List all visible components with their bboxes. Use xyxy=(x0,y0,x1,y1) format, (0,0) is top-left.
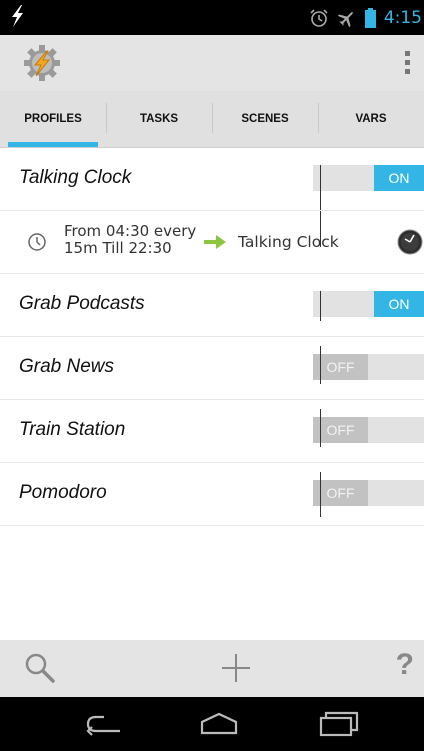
toggle-state: ON xyxy=(374,291,424,317)
profile-row-talking-clock[interactable]: Talking Clock ON xyxy=(0,148,424,211)
profile-name: Train Station xyxy=(19,419,126,440)
tab-scenes[interactable]: SCENES xyxy=(212,91,318,147)
toggle-state: OFF xyxy=(313,354,368,380)
divider-line xyxy=(320,346,321,384)
profile-toggle[interactable]: OFF xyxy=(313,480,424,506)
profile-name: Grab Podcasts xyxy=(19,293,145,314)
back-icon[interactable] xyxy=(82,709,126,739)
status-bar: 4:15 xyxy=(0,0,424,35)
linked-task-name[interactable]: Talking Clock xyxy=(238,233,339,251)
battery-icon xyxy=(364,7,376,28)
tab-profiles[interactable]: PROFILES xyxy=(0,91,106,147)
profile-list: Talking Clock ON From 04:30 every 15m Ti… xyxy=(0,148,424,526)
profile-row-grab-news[interactable]: Grab News OFF xyxy=(0,337,424,400)
help-button[interactable]: ? xyxy=(396,648,414,682)
tab-bar: PROFILES TASKS SCENES VARS xyxy=(0,91,424,148)
action-bar xyxy=(0,35,424,91)
profile-row-grab-podcasts[interactable]: Grab Podcasts ON xyxy=(0,274,424,337)
divider-line xyxy=(320,291,321,321)
profile-name: Talking Clock xyxy=(19,167,132,188)
time-context-icon[interactable] xyxy=(27,232,47,252)
divider-line xyxy=(320,472,321,517)
recent-apps-icon[interactable] xyxy=(317,709,361,739)
profile-toggle[interactable]: ON xyxy=(313,291,424,317)
profile-row-pomodoro[interactable]: Pomodoro OFF xyxy=(0,463,424,526)
toggle-state: OFF xyxy=(313,480,368,506)
profile-context-row: From 04:30 every 15m Till 22:30 Talking … xyxy=(0,211,424,274)
search-icon[interactable] xyxy=(22,650,58,686)
time-context-label[interactable]: From 04:30 every 15m Till 22:30 xyxy=(64,223,204,257)
airplane-mode-icon xyxy=(337,11,353,27)
home-icon[interactable] xyxy=(197,709,241,739)
lightning-notification-icon xyxy=(12,5,23,27)
divider-line xyxy=(320,165,321,210)
status-icons: 4:15 xyxy=(309,0,424,35)
profile-row-train-station[interactable]: Train Station OFF xyxy=(0,400,424,463)
arrow-right-icon xyxy=(204,235,226,249)
screen: 4:15 PROFILES TASKS SCENES VARS Talking … xyxy=(0,0,424,751)
toggle-state: ON xyxy=(374,165,424,191)
tab-tasks[interactable]: TASKS xyxy=(106,91,212,147)
tasker-icon[interactable] xyxy=(22,43,62,83)
alarm-icon xyxy=(310,8,328,27)
system-nav-bar xyxy=(0,697,424,751)
divider-line xyxy=(320,409,321,447)
profile-toggle[interactable]: OFF xyxy=(313,417,424,443)
clock-task-icon[interactable] xyxy=(397,229,423,255)
profile-name: Pomodoro xyxy=(19,482,107,503)
add-icon[interactable] xyxy=(218,650,254,686)
profile-toggle[interactable]: OFF xyxy=(313,354,424,380)
bottom-action-bar: ? xyxy=(0,640,424,697)
toggle-state: OFF xyxy=(313,417,368,443)
status-time: 4:15 xyxy=(383,7,422,28)
tab-vars[interactable]: VARS xyxy=(318,91,424,147)
profile-toggle[interactable]: ON xyxy=(313,165,424,191)
overflow-menu-icon[interactable] xyxy=(402,49,412,77)
divider-line xyxy=(320,211,321,247)
profile-name: Grab News xyxy=(19,356,115,377)
